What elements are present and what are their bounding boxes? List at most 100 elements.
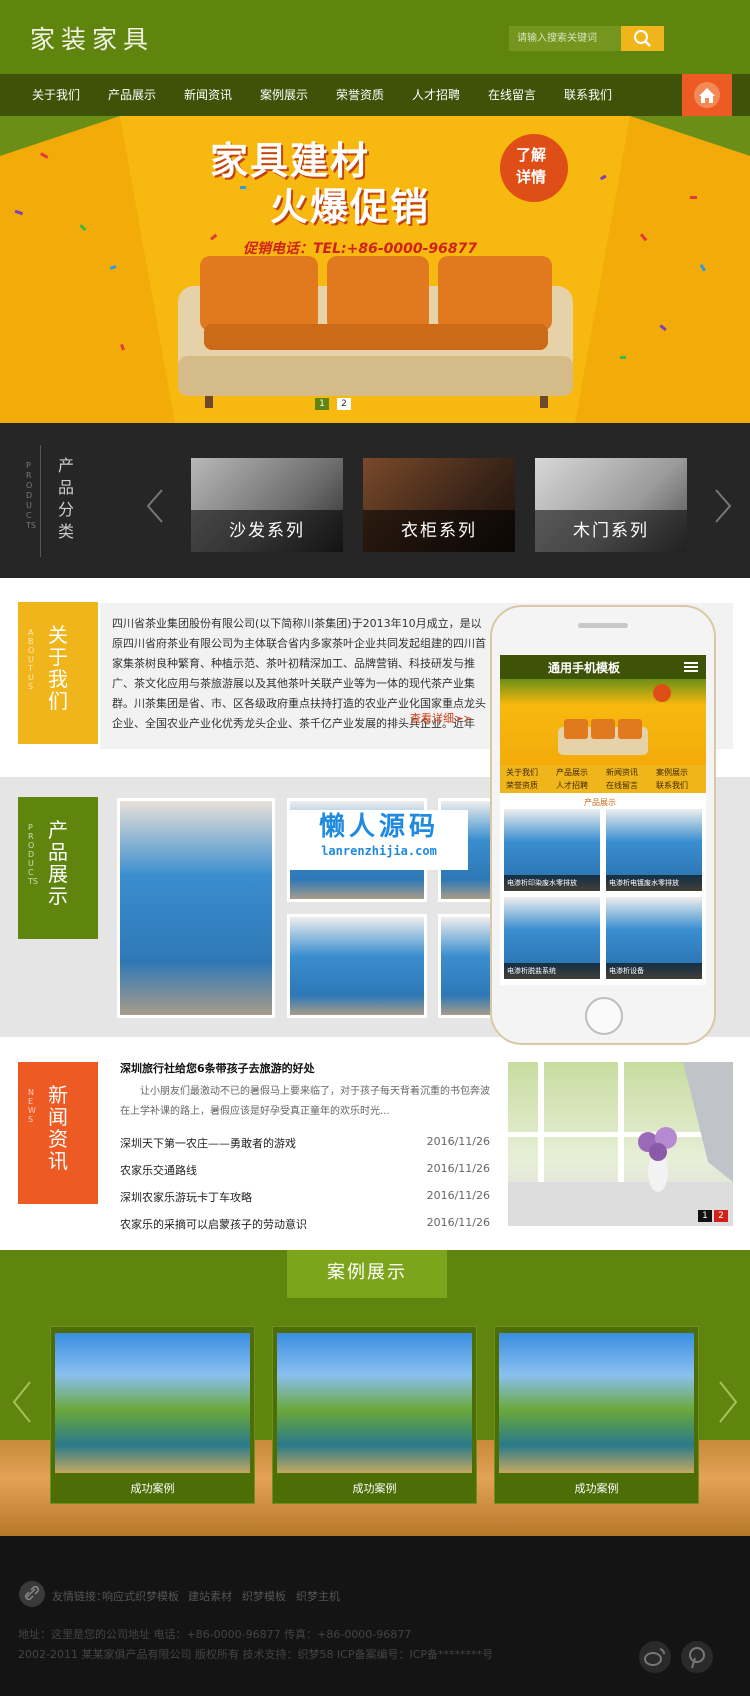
case-label: 成功案例 (574, 1482, 619, 1495)
case-card[interactable]: 成功案例 (272, 1326, 477, 1504)
phone-home-button[interactable] (585, 997, 623, 1035)
footer: 友情链接： 响应式织梦模板 建站素材 织梦模板 织梦主机 地址：这里是您的公司地… (0, 1536, 750, 1696)
news-item-date: 2016/11/26 (426, 1189, 490, 1202)
cases-next-arrow-icon[interactable] (716, 1380, 740, 1424)
case-image (499, 1333, 694, 1473)
footer-address: 地址：这里是您的公司地址 电话：+86-0000-96877 传真：+86-00… (18, 1628, 412, 1641)
category-label: 衣柜系列 (363, 510, 515, 552)
news-item-date: 2016/11/26 (426, 1135, 490, 1148)
nav-item-jobs[interactable]: 人才招聘 (412, 74, 460, 116)
product-image[interactable] (438, 914, 498, 1018)
site-logo[interactable]: 家装家具 (30, 20, 154, 56)
category-next-arrow-icon[interactable] (710, 488, 734, 524)
news-headline[interactable]: 深圳旅行社给您6条带孩子去旅游的好处 (120, 1060, 315, 1076)
about-more-link[interactable]: 查看详细>> (410, 710, 472, 726)
phone-nav-item[interactable]: 联系我们 (656, 780, 688, 791)
category-label: 木门系列 (535, 510, 687, 552)
nav-item-news[interactable]: 新闻资讯 (184, 74, 232, 116)
phone-nav-item[interactable]: 产品展示 (556, 767, 588, 778)
phone-product-card[interactable]: 电渗析印染废水零排放 (504, 809, 600, 891)
pinterest-icon[interactable] (680, 1640, 714, 1674)
products-tag: PRODUCTS 产品展示 (18, 797, 98, 947)
search-icon (634, 30, 651, 47)
case-card[interactable]: 成功案例 (50, 1326, 255, 1504)
main-nav: 关于我们 产品展示 新闻资讯 案例展示 荣誉资质 人才招聘 在线留言 联系我们 (0, 74, 750, 116)
phone-product-card[interactable]: 电渗析脱盐系统 (504, 897, 600, 979)
banner-phone: 促销电话：TEL:+86-0000-96877 (243, 241, 478, 257)
phone-banner (500, 679, 706, 765)
home-button[interactable] (682, 74, 732, 116)
case-label: 成功案例 (130, 1482, 175, 1495)
case-label: 成功案例 (352, 1482, 397, 1495)
menu-icon[interactable] (684, 661, 698, 673)
phone-nav-item[interactable]: 在线留言 (606, 780, 638, 791)
home-icon (694, 82, 720, 108)
news-tag: NEWS 新闻资讯 (18, 1062, 98, 1212)
news-item[interactable]: 农家乐的采摘可以启蒙孩子的劳动意识 2016/11/26 (120, 1216, 490, 1232)
search-button[interactable] (621, 26, 664, 51)
about-tag: ABOUT US 关于我们 (18, 602, 98, 752)
phone-nav-item[interactable]: 案例展示 (656, 767, 688, 778)
phone-product-label: 电渗析电镀废水零排放 (606, 875, 702, 891)
footer-link[interactable]: 织梦模板 (242, 1588, 286, 1604)
category-card-door[interactable]: 木门系列 (535, 458, 687, 552)
news-item[interactable]: 农家乐交通路线 2016/11/26 (120, 1162, 490, 1178)
banner-badge-line-2[interactable]: 详情 (516, 166, 546, 187)
category-divider (40, 445, 41, 557)
news-summary: 让小朋友们最激动不已的暑假马上要来临了，对于孩子每天背着沉重的书包奔波在上学补课… (120, 1086, 490, 1117)
banner-headline-2: 火爆促销 (270, 184, 431, 229)
news-item-date: 2016/11/26 (426, 1216, 490, 1229)
product-image-large[interactable] (117, 798, 275, 1018)
news-item-title: 农家乐的采摘可以启蒙孩子的劳动意识 (120, 1218, 307, 1231)
category-card-wardrobe[interactable]: 衣柜系列 (363, 458, 515, 552)
products-title: 产品展示 (48, 818, 68, 908)
category-prev-arrow-icon[interactable] (144, 488, 168, 524)
phone-product-label: 电渗析脱盐系统 (504, 963, 600, 979)
product-image[interactable] (287, 914, 427, 1018)
nav-item-contact[interactable]: 联系我们 (564, 74, 612, 116)
phone-speaker (578, 623, 628, 628)
about-title: 关于我们 (48, 623, 68, 713)
news-slide-dot-1[interactable]: 1 (698, 1210, 712, 1222)
phone-nav-item[interactable]: 关于我们 (506, 767, 538, 778)
news-slide-dot-2[interactable]: 2 (714, 1210, 728, 1222)
watermark: 懒人源码 lanrenzhijia.com (290, 810, 468, 870)
footer-link[interactable]: 响应式织梦模板 (102, 1588, 179, 1604)
news-item-title: 深圳农家乐游玩卡丁车攻略 (120, 1191, 252, 1204)
cases-prev-arrow-icon[interactable] (10, 1380, 34, 1424)
phone-nav-item[interactable]: 新闻资讯 (606, 767, 638, 778)
category-card-sofa[interactable]: 沙发系列 (191, 458, 343, 552)
footer-link[interactable]: 建站素材 (188, 1588, 232, 1604)
phone-product-card[interactable]: 电渗析电镀废水零排放 (606, 809, 702, 891)
nav-item-message[interactable]: 在线留言 (488, 74, 536, 116)
phone-nav-item[interactable]: 荣誉资质 (506, 780, 538, 791)
category-title-en: PRODUCTS (26, 461, 36, 530)
link-icon (19, 1581, 45, 1607)
phone-product-card[interactable]: 电渗析设备 (606, 897, 702, 979)
phone-banner-sofa (558, 684, 671, 755)
banner-badge-line-1[interactable]: 了解 (516, 144, 546, 165)
news-item[interactable]: 深圳农家乐游玩卡丁车攻略 2016/11/26 (120, 1189, 490, 1205)
weibo-icon[interactable] (638, 1640, 672, 1674)
phone-screen: 通用手机模板 关于我们 产品展示 新闻资讯 案例展示 荣誉资质 人才招聘 在线留… (500, 655, 706, 985)
news-item[interactable]: 深圳天下第一农庄——勇敢者的游戏 2016/11/26 (120, 1135, 490, 1151)
case-card[interactable]: 成功案例 (494, 1326, 699, 1504)
cases-section: 案例展示 成功案例 成功案例 成功案例 (0, 1250, 750, 1536)
watermark-url: lanrenzhijia.com (321, 844, 437, 858)
nav-item-products[interactable]: 产品展示 (108, 74, 156, 116)
footer-link[interactable]: 织梦主机 (296, 1588, 340, 1604)
nav-item-about[interactable]: 关于我们 (32, 74, 80, 116)
search-input[interactable]: 请输入搜索关键词 (509, 26, 621, 51)
case-image (277, 1333, 472, 1473)
banner-dot-2[interactable]: 2 (337, 398, 351, 410)
phone-section-title: 产品展示 (584, 798, 616, 807)
nav-item-honors[interactable]: 荣誉资质 (336, 74, 384, 116)
phone-nav-item[interactable]: 人才招聘 (556, 780, 588, 791)
banner-dot-1[interactable]: 1 (315, 398, 329, 410)
phone-title: 通用手机模板 (548, 661, 621, 675)
window-vase-illustration (508, 1062, 733, 1226)
nav-item-cases[interactable]: 案例展示 (260, 74, 308, 116)
news-image[interactable]: 1 2 (508, 1062, 733, 1226)
hero-banner[interactable]: 家具建材 火爆促销 了解 详情 促销电话：TEL:+86-0000-96877 … (0, 116, 750, 423)
category-section: 产品分类 PRODUCTS 沙发系列 衣柜系列 木门系列 (0, 423, 750, 578)
